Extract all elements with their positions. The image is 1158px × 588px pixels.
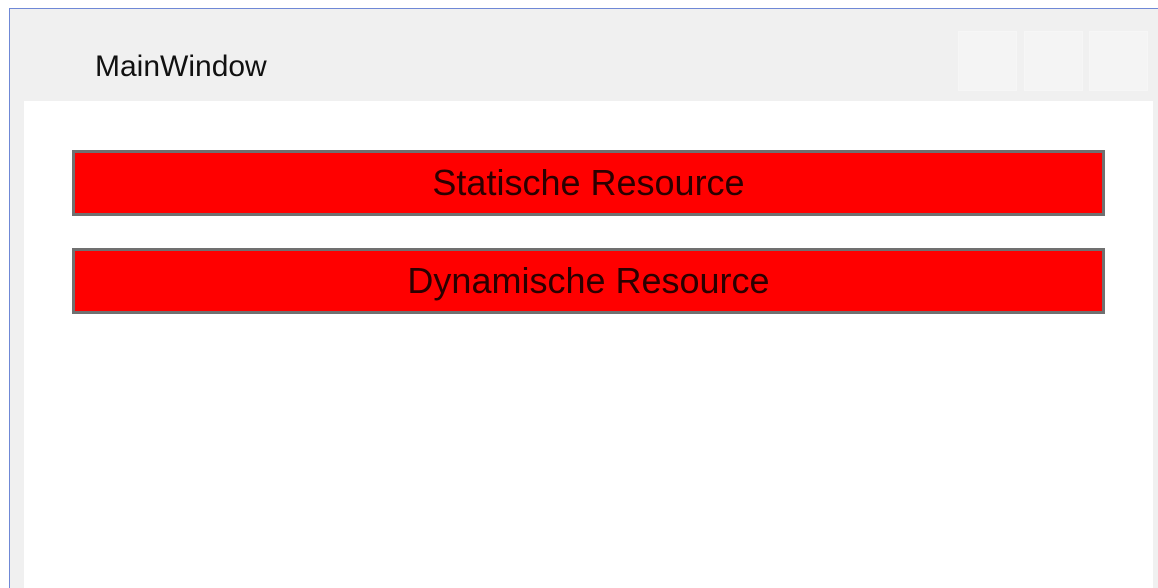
window-client-area: Statische Resource Dynamische Resource [24,101,1153,588]
title-bar[interactable]: MainWindow [10,9,1158,101]
main-window: MainWindow Statische Resource Dynamische… [9,8,1158,588]
static-resource-button[interactable]: Statische Resource [72,150,1105,216]
close-button[interactable] [1089,31,1148,91]
minimize-button[interactable] [958,31,1017,91]
window-title: MainWindow [95,50,267,83]
maximize-button[interactable] [1024,31,1083,91]
dynamic-resource-button[interactable]: Dynamische Resource [72,248,1105,314]
